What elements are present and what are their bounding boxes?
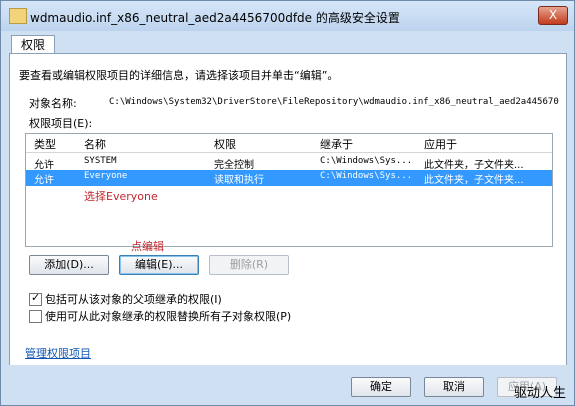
row-applies: 此文件夹，子文件夹... [424,175,524,186]
column-header-applies[interactable]: 应用于 [424,136,457,152]
table-row[interactable]: 允许 SYSTEM 完全控制 C:\Windows\Sys... 此文件夹，子文… [26,155,552,171]
row-inherited: C:\Windows\Sys... [320,171,413,181]
table-row-selected[interactable]: 允许 Everyone 读取和执行 C:\Windows\Sys... 此文件夹… [26,170,552,186]
checkmark-icon: ✓ [31,291,41,304]
ok-button[interactable]: 确定 [351,377,411,397]
replace-child-permissions-label: 使用可从此对象继承的权限替换所有子对象权限(P) [45,310,292,323]
permission-entries-label: 权限项目(E): [29,117,93,130]
manage-permission-entries-link[interactable]: 管理权限项目 [25,345,91,361]
row-permission: 完全控制 [214,160,254,171]
replace-child-permissions-checkbox[interactable] [29,310,42,323]
instruction-text: 要查看或编辑权限项目的详细信息，请选择该项目并单击“编辑”。 [19,69,339,82]
list-header: 类型 名称 权限 继承于 应用于 [26,134,552,153]
column-header-inherited[interactable]: 继承于 [320,136,353,152]
object-name-label: 对象名称: [29,97,77,110]
folder-icon [9,8,27,24]
advanced-security-settings-window: wdmaudio.inf_x86_neutral_aed2a4456700dfd… [0,0,575,406]
close-button[interactable]: X [538,6,568,25]
window-title: wdmaudio.inf_x86_neutral_aed2a4456700dfd… [30,11,400,25]
inherit-permissions-label: 包括可从该对象的父项继承的权限(I) [45,293,222,306]
column-header-type[interactable]: 类型 [34,136,56,152]
column-header-permission[interactable]: 权限 [214,136,236,152]
row-permission: 读取和执行 [214,175,264,186]
close-icon: X [548,8,558,22]
title-bar: wdmaudio.inf_x86_neutral_aed2a4456700dfd… [1,1,574,31]
add-button[interactable]: 添加(D)... [29,255,109,275]
row-type: 允许 [34,175,54,186]
row-name: SYSTEM [84,156,117,166]
column-header-name[interactable]: 名称 [84,136,106,152]
row-type: 允许 [34,160,54,171]
tab-permissions[interactable]: 权限 [11,35,55,54]
object-name-value: C:\Windows\System32\DriverStore\FileRepo… [109,97,559,107]
row-inherited: C:\Windows\Sys... [320,156,413,166]
remove-button[interactable]: 删除(R) [209,255,289,275]
row-applies: 此文件夹，子文件夹... [424,160,524,171]
edit-button[interactable]: 编辑(E)... [119,255,199,275]
row-name: Everyone [84,171,128,181]
permission-entries-list[interactable]: 类型 名称 权限 继承于 应用于 允许 SYSTEM 完全控制 C:\Windo… [25,133,553,247]
cancel-button[interactable]: 取消 [424,377,484,397]
inherit-permissions-checkbox[interactable]: ✓ [29,291,42,306]
watermark-text: 驱动人生 [513,386,566,401]
annotation-select-everyone: 选择Everyone [84,190,158,203]
dialog-footer [1,365,574,405]
annotation-click-edit: 点编辑 [131,240,164,253]
